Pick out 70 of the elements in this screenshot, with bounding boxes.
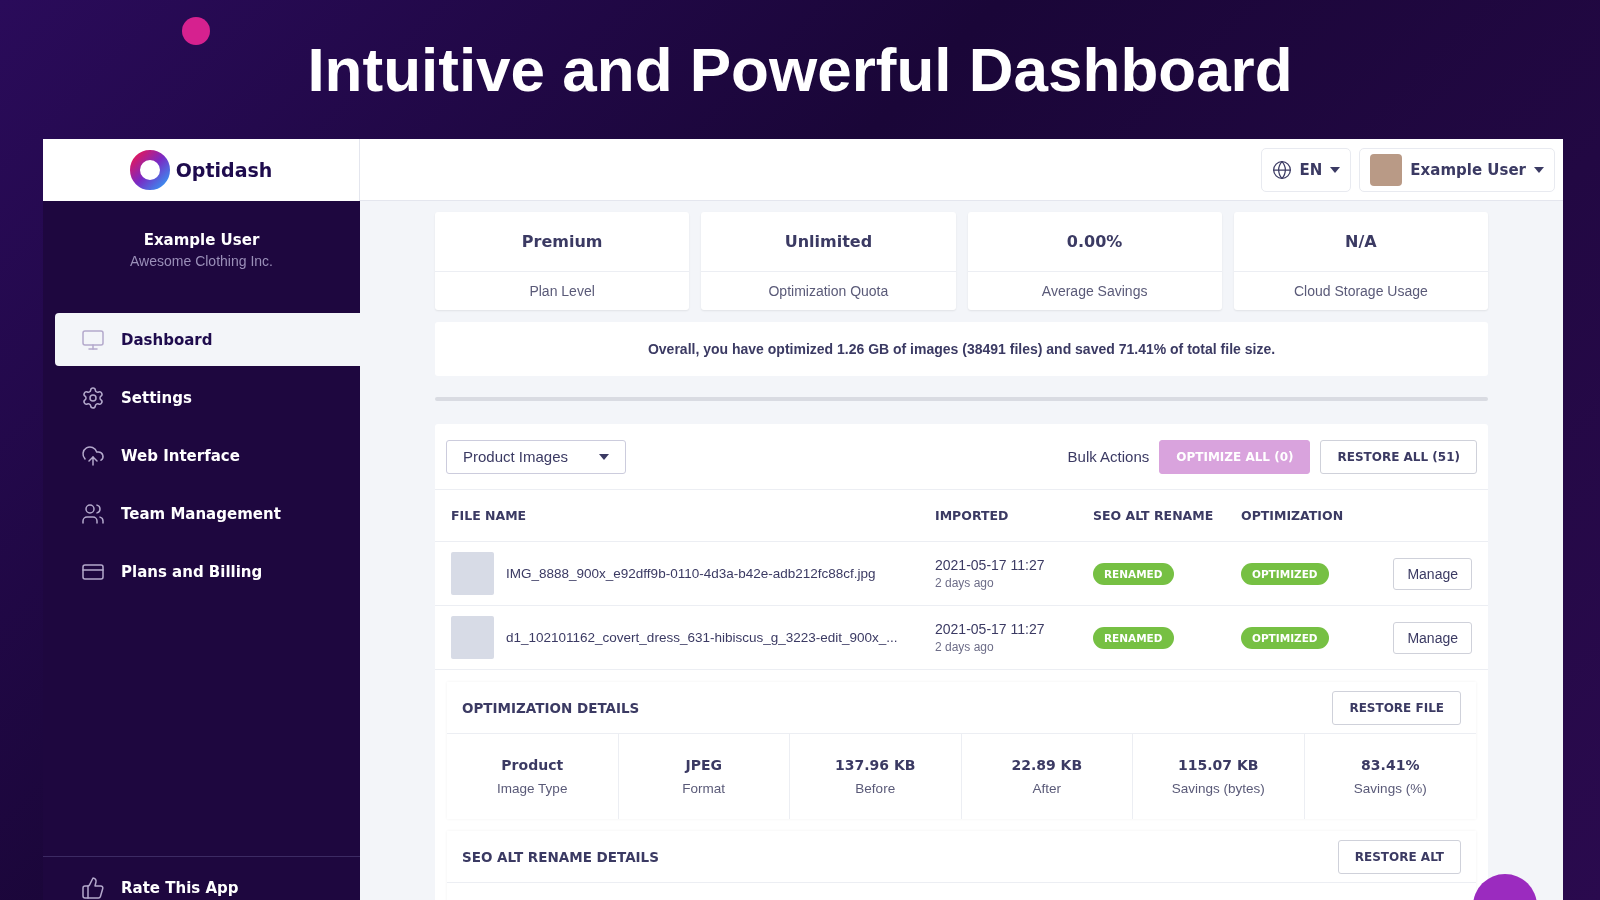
detail-value: Product <box>501 757 564 773</box>
section-title: OPTIMIZATION DETAILS <box>462 699 640 716</box>
bulk-action-button[interactable]: RESTORE ALL (51) <box>1320 439 1477 474</box>
summary-text: Overall, you have optimized 1.26 GB of images (38491 files) and saved 71.41% of total file size. <box>435 322 1488 376</box>
stat-label: Plan Level <box>528 282 596 301</box>
language-dropdown[interactable]: EN <box>1260 147 1352 192</box>
rate-app-item[interactable]: Rate This App <box>43 856 360 900</box>
restore-alt-button[interactable]: RESTORE ALT <box>1337 839 1461 874</box>
caret-icon <box>599 453 609 460</box>
stat-label: Average Savings <box>1040 282 1149 301</box>
cloud-upload-icon <box>81 443 105 468</box>
manage-button[interactable]: Manage <box>1393 557 1472 590</box>
photo-placeholder <box>451 616 494 659</box>
detail-value: 115.07 KB <box>1178 757 1259 773</box>
company-name: Awesome Clothing Inc. <box>130 253 273 269</box>
user-dropdown[interactable]: Example User <box>1359 147 1555 192</box>
detail-label: Image Type <box>497 781 568 796</box>
detail-label: Before <box>855 781 896 796</box>
logo-icon <box>129 150 170 190</box>
imported-relative: 2 days ago <box>935 576 995 590</box>
sidebar-item[interactable]: Dashboard <box>55 313 360 366</box>
caret-icon <box>1330 166 1341 173</box>
status-badge: OPTIMIZED <box>1241 562 1329 585</box>
settings-icon <box>81 385 105 410</box>
photo-placeholder <box>451 552 494 595</box>
detail-value: JPEG <box>685 757 722 773</box>
caret-icon <box>1534 166 1544 173</box>
banner-title: Intuitive and Powerful Dashboard <box>307 34 1293 105</box>
monitor-icon <box>81 327 105 352</box>
sidebar-item[interactable]: Plans and Billing <box>55 545 360 598</box>
column-header: IMPORTED <box>935 508 1010 523</box>
imported-date: 2021-05-17 11:27 <box>935 557 1046 573</box>
status-badge: RENAMED <box>1093 562 1174 585</box>
bulk-actions-label: Bulk Actions <box>1067 448 1150 465</box>
stat-label: Optimization Quota <box>767 282 890 301</box>
detail-value: 83.41% <box>1361 757 1420 773</box>
sidebar-item[interactable]: Web Interface <box>55 429 360 482</box>
manage-button[interactable]: Manage <box>1393 621 1472 654</box>
avatar-placeholder <box>1370 153 1403 186</box>
detail-label: Savings (bytes) <box>1171 781 1265 796</box>
column-header: FILE NAME <box>451 508 528 523</box>
file-name: IMG_8888_900x_e92dff9b-0110-4d3a-b42e-adb212fc88cf.jpg <box>506 566 876 581</box>
imported-relative: 2 days ago <box>935 640 995 654</box>
image-filter-dropdown[interactable]: Product Images <box>446 439 626 474</box>
column-header: OPTIMIZATION <box>1241 508 1345 523</box>
stat-value: Premium <box>435 212 690 272</box>
file-name: d1_102101162_covert_dress_631-hibiscus_g_3223-edit_900x_... <box>506 630 898 645</box>
decorative-dot <box>182 17 210 45</box>
sidebar-item[interactable]: Settings <box>55 371 360 424</box>
brand-name: Optidash <box>175 159 273 181</box>
detail-label: After <box>1032 781 1061 796</box>
stat-value: N/A <box>1233 212 1488 272</box>
column-header: SEO ALT RENAME <box>1093 508 1215 523</box>
users-icon <box>81 501 105 526</box>
stat-value: Unlimited <box>701 212 956 272</box>
restore-file-button[interactable]: RESTORE FILE <box>1332 690 1461 725</box>
sidebar-item[interactable]: Team Management <box>55 487 360 540</box>
detail-value: 137.96 KB <box>835 757 916 773</box>
section-title: SEO ALT RENAME DETAILS <box>462 848 659 865</box>
detail-label: Savings (%) <box>1353 781 1427 796</box>
status-badge: OPTIMIZED <box>1241 626 1329 649</box>
globe-icon <box>1271 159 1292 180</box>
detail-value: 22.89 KB <box>1011 757 1083 773</box>
user-name: Example User <box>143 231 260 249</box>
detail-label: Format <box>682 781 726 796</box>
thumbs-up-icon <box>81 875 105 900</box>
stat-value: 0.00% <box>967 212 1222 272</box>
status-badge: RENAMED <box>1093 626 1174 649</box>
imported-date: 2021-05-17 11:27 <box>935 621 1046 637</box>
stat-label: Cloud Storage Usage <box>1292 282 1429 301</box>
